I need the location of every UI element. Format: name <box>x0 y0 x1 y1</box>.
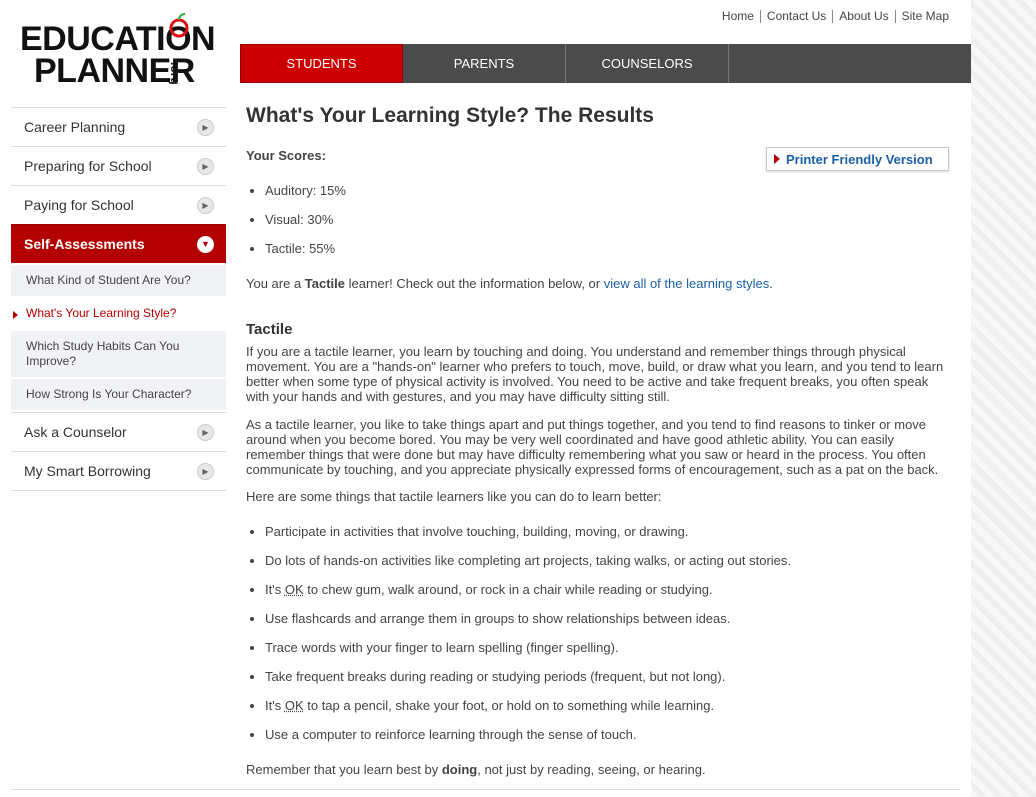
sidebar-item-label: My Smart Borrowing <box>24 463 151 479</box>
view-all-styles-link[interactable]: view all of the learning styles <box>604 276 769 291</box>
list-item: Take frequent breaks during reading or s… <box>265 669 791 684</box>
tab-parents[interactable]: PARENTS <box>403 44 566 83</box>
top-link-sitemap[interactable]: Site Map <box>894 10 955 23</box>
footer-divider <box>11 789 960 790</box>
chevron-right-circle-icon: ▶ <box>197 462 214 480</box>
result-intro: You are a Tactile learner! Check out the… <box>246 276 773 291</box>
apple-logo-icon <box>169 13 189 38</box>
sidebar-divider <box>11 490 226 491</box>
chevron-right-circle-icon: ▶ <box>197 118 214 136</box>
sidebar-submenu: What Kind of Student Are You? What's You… <box>11 265 226 410</box>
closing-text: Remember that you learn best by doing, n… <box>246 762 706 777</box>
page: EDUCATION PLANNER .org Home Contact Us A… <box>0 0 971 797</box>
site-logo[interactable]: EDUCATION PLANNER .org <box>20 13 220 90</box>
main-content: What's Your Learning Style? The Results … <box>246 100 951 777</box>
list-item: Participate in activities that involve t… <box>265 524 791 539</box>
printer-friendly-label: Printer Friendly Version <box>786 151 933 167</box>
tab-students[interactable]: STUDENTS <box>240 44 403 83</box>
sidebar-item-ask-counselor[interactable]: Ask a Counselor ▶ <box>11 412 226 451</box>
ok-abbreviation: OK <box>284 582 304 597</box>
paragraph-3: Here are some things that tactile learne… <box>246 489 662 504</box>
closing-bold: doing <box>441 762 478 777</box>
ok-abbreviation: OK <box>284 698 304 713</box>
sidebar-item-label: Self-Assessments <box>24 236 145 252</box>
sidebar-item-label: Ask a Counselor <box>24 424 127 440</box>
sidebar-item-label: Career Planning <box>24 119 126 135</box>
logo-suffix: .org <box>168 62 182 85</box>
scores-label: Your Scores: <box>246 148 326 163</box>
list-item: Trace words with your finger to learn sp… <box>265 640 791 655</box>
paragraph-1: If you are a tactile learner, you learn … <box>246 344 944 404</box>
sidebar-item-self-assessments[interactable]: Self-Assessments ▼ <box>11 224 226 263</box>
background-pattern <box>971 0 1036 797</box>
score-tactile: Tactile: 55% <box>265 241 346 256</box>
top-link-home[interactable]: Home <box>716 10 760 23</box>
top-link-contact[interactable]: Contact Us <box>759 10 832 23</box>
page-title: What's Your Learning Style? The Results <box>246 104 654 127</box>
list-item: Do lots of hands-on activities like comp… <box>265 553 791 568</box>
list-item: It's OK to chew gum, walk around, or roc… <box>265 582 791 597</box>
score-visual: Visual: 30% <box>265 212 346 227</box>
chevron-right-circle-icon: ▶ <box>197 423 214 441</box>
sidebar-subitem-character[interactable]: How Strong Is Your Character? <box>11 379 226 410</box>
chevron-right-circle-icon: ▶ <box>197 157 214 175</box>
tab-counselors[interactable]: COUNSELORS <box>566 44 729 83</box>
sidebar-item-preparing-for-school[interactable]: Preparing for School ▶ <box>11 146 226 185</box>
section-heading: Tactile <box>246 321 293 338</box>
sidebar-item-label: Paying for School <box>24 197 134 213</box>
chevron-right-circle-icon: ▶ <box>197 196 214 214</box>
score-auditory: Auditory: 15% <box>265 183 346 198</box>
intro-text: You are a <box>246 276 305 291</box>
scores-list: Auditory: 15% Visual: 30% Tactile: 55% <box>246 183 346 270</box>
sidebar-item-career-planning[interactable]: Career Planning ▶ <box>11 107 226 146</box>
sidebar-item-label: Preparing for School <box>24 158 152 174</box>
list-item: Use flashcards and arrange them in group… <box>265 611 791 626</box>
list-item: Use a computer to reinforce learning thr… <box>265 727 791 742</box>
top-link-about[interactable]: About Us <box>832 10 894 23</box>
sidebar-item-paying-for-school[interactable]: Paying for School ▶ <box>11 185 226 224</box>
tips-list: Participate in activities that involve t… <box>246 524 791 756</box>
sidebar-subitem-label: What's Your Learning Style? <box>26 306 177 320</box>
intro-text-mid: learner! Check out the information below… <box>345 276 604 291</box>
intro-style: Tactile <box>304 276 346 291</box>
red-triangle-bullet-icon <box>774 154 780 164</box>
paragraph-2: As a tactile learner, you like to take t… <box>246 417 939 477</box>
sidebar: Career Planning ▶ Preparing for School ▶… <box>11 107 226 491</box>
intro-text-end: . <box>769 276 773 291</box>
sidebar-subitem-student-type[interactable]: What Kind of Student Are You? <box>11 265 226 296</box>
sidebar-item-smart-borrowing[interactable]: My Smart Borrowing ▶ <box>11 451 226 490</box>
printer-friendly-button[interactable]: Printer Friendly Version <box>766 147 949 171</box>
sidebar-subitem-study-habits[interactable]: Which Study Habits Can You Improve? <box>11 331 226 377</box>
main-nav-tabs: STUDENTS PARENTS COUNSELORS <box>240 44 971 83</box>
red-triangle-bullet-icon <box>13 311 18 319</box>
list-item: It's OK to tap a pencil, shake your foot… <box>265 698 791 713</box>
sidebar-subitem-learning-style[interactable]: What's Your Learning Style? <box>11 298 226 329</box>
chevron-down-circle-icon: ▼ <box>197 235 214 253</box>
top-links: Home Contact Us About Us Site Map <box>716 10 955 23</box>
